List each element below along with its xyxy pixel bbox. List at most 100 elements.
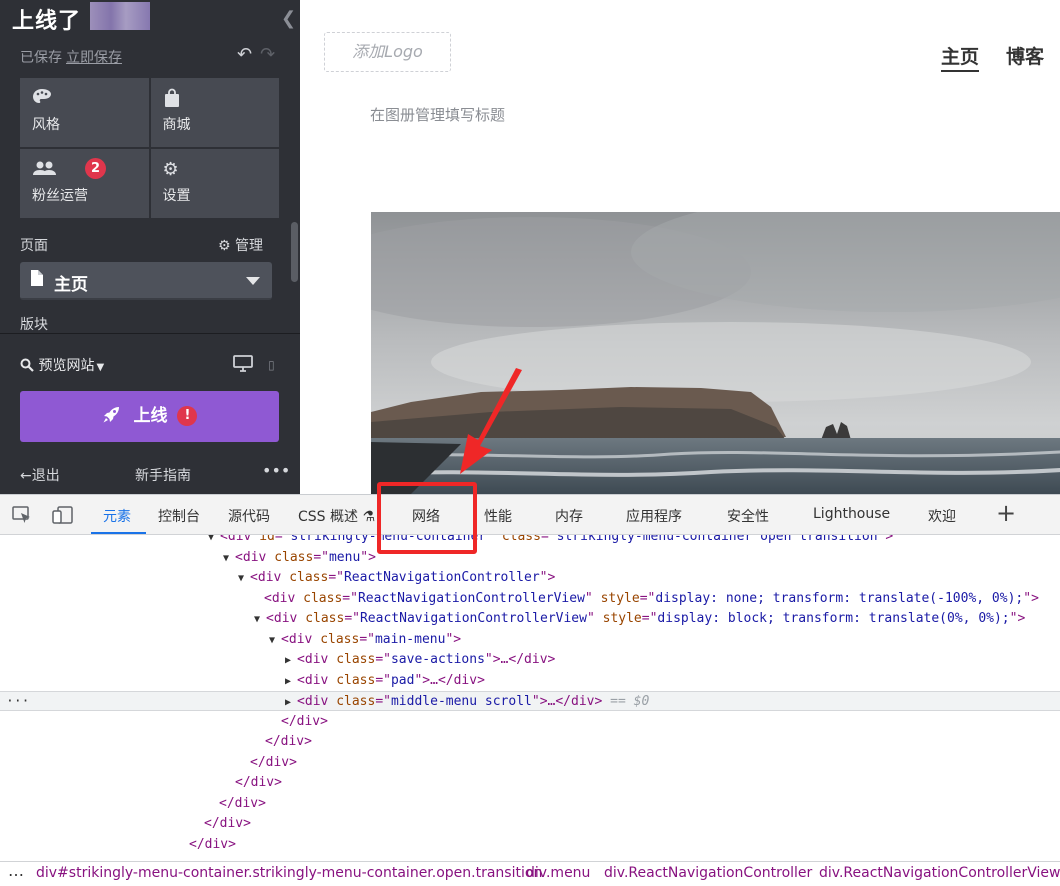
tag-close: > bbox=[1017, 611, 1026, 626]
closing-tag: </div> bbox=[219, 795, 266, 811]
undo-redo: ↶ ↷ bbox=[237, 44, 275, 65]
dom-tree: ▼ <div id="strikingly-menu-container" cl… bbox=[0, 535, 1060, 861]
tag-close: > bbox=[1031, 590, 1039, 606]
dom-node-markup: </div> bbox=[235, 773, 282, 793]
saved-status-text: 已保存 bbox=[20, 50, 62, 66]
tag-name: div bbox=[288, 631, 313, 647]
dom-node[interactable]: ▼ <div class="menu"> bbox=[0, 548, 1060, 568]
dom-node[interactable]: ▶ <div class="save-actions">…</div> bbox=[0, 650, 1060, 670]
add-tab-icon[interactable]: + bbox=[996, 499, 1016, 527]
flask-icon: ⚗ bbox=[362, 509, 376, 525]
page-selector[interactable]: 主页 bbox=[20, 262, 272, 300]
dom-node[interactable]: </div> bbox=[0, 794, 1060, 814]
dom-node-markup: </div> bbox=[281, 712, 328, 732]
device-toolbar-icon[interactable] bbox=[52, 506, 74, 528]
expand-right-icon[interactable]: ▶ bbox=[285, 676, 297, 687]
dom-node[interactable]: </div> bbox=[0, 753, 1060, 773]
breadcrumb-item[interactable]: div.menu bbox=[526, 865, 590, 881]
tab-sources[interactable]: 源代码 bbox=[228, 506, 270, 526]
nav-link-blog[interactable]: 博客 bbox=[1006, 42, 1044, 69]
dom-node[interactable]: </div> bbox=[0, 814, 1060, 834]
tab-network[interactable]: 网络 bbox=[412, 506, 440, 526]
tile-settings[interactable]: ⚙ 设置 bbox=[150, 149, 279, 218]
pages-label: 页面 bbox=[20, 238, 48, 254]
dom-node[interactable]: <div class="ReactNavigationControllerVie… bbox=[0, 589, 1060, 609]
desktop-icon[interactable] bbox=[233, 354, 258, 373]
attr-value: display: none; transform: translate(-100… bbox=[655, 590, 1024, 606]
selected-node-marker: == $0 bbox=[602, 694, 650, 709]
tab-performance[interactable]: 性能 bbox=[484, 506, 512, 526]
dom-node[interactable]: ▼ <div class="ReactNavigationController"… bbox=[0, 568, 1060, 588]
preview-site-button[interactable]: 预览网站 ▼ bbox=[20, 355, 104, 375]
guide-link[interactable]: 新手指南 bbox=[135, 465, 191, 485]
annotation-arrow-icon bbox=[460, 368, 522, 474]
mobile-icon[interactable]: ▯ bbox=[268, 358, 275, 372]
tag-close: >…</div> bbox=[539, 694, 603, 709]
breadcrumb-item[interactable]: div#strikingly-menu-container.strikingly… bbox=[36, 865, 542, 881]
dom-node[interactable]: </div> bbox=[0, 732, 1060, 752]
dom-node[interactable]: ▶ <div class="pad">…</div> bbox=[0, 671, 1060, 691]
expand-right-icon[interactable]: ▶ bbox=[285, 655, 297, 666]
tab-security[interactable]: 安全性 bbox=[727, 506, 769, 526]
expand-down-icon[interactable]: ▼ bbox=[238, 573, 250, 584]
tab-elements[interactable]: 元素 bbox=[103, 506, 131, 526]
add-logo-placeholder[interactable]: 添加Logo bbox=[324, 32, 451, 72]
dom-node-markup: ▶ <div class="middle-menu scroll">…</div… bbox=[285, 692, 649, 713]
tab-css-overview[interactable]: CSS 概述 ⚗ bbox=[298, 506, 375, 526]
attr-value: main-menu bbox=[374, 631, 446, 647]
dom-node-selected[interactable]: ··· ▶ <div class="middle-menu scroll">…</… bbox=[0, 691, 1060, 711]
exit-button[interactable]: ←退出 bbox=[20, 465, 60, 485]
node-menu-icon[interactable]: ··· bbox=[6, 692, 29, 712]
attr-name: id bbox=[259, 535, 275, 544]
save-now-link[interactable]: 立即保存 bbox=[66, 50, 122, 66]
inspect-element-icon[interactable] bbox=[12, 506, 32, 528]
dom-node-markup: ▶ <div class="save-actions">…</div> bbox=[285, 650, 555, 671]
sidebar-scrollbar[interactable] bbox=[291, 222, 298, 282]
tab-memory[interactable]: 内存 bbox=[555, 506, 583, 526]
expand-down-icon[interactable]: ▼ bbox=[254, 614, 266, 625]
dom-node[interactable]: </div> bbox=[0, 712, 1060, 732]
tile-store[interactable]: 商城 bbox=[150, 78, 279, 147]
collapse-sidebar-icon[interactable]: ❮ bbox=[281, 8, 296, 29]
publish-button[interactable]: 上线! bbox=[20, 391, 279, 442]
dom-node[interactable]: </div> bbox=[0, 835, 1060, 855]
dom-node[interactable]: </div> bbox=[0, 773, 1060, 793]
tag-bracket: < bbox=[297, 694, 305, 709]
breadcrumb-item[interactable]: div.ReactNavigationController bbox=[604, 865, 812, 881]
expand-down-icon[interactable]: ▼ bbox=[208, 535, 220, 543]
expand-right-icon[interactable]: ▶ bbox=[285, 697, 297, 708]
attr-quote: " bbox=[484, 652, 493, 667]
attr-name: class bbox=[303, 590, 343, 606]
tool-tiles: 风格 商城 2 粉丝运营 ⚙ 设置 bbox=[20, 78, 279, 218]
dom-node[interactable]: ▼ <div class="ReactNavigationControllerV… bbox=[0, 609, 1060, 629]
attr-quote: " bbox=[360, 549, 369, 565]
expand-down-icon[interactable]: ▼ bbox=[269, 635, 281, 646]
expand-down-icon[interactable]: ▼ bbox=[223, 553, 235, 564]
tab-lighthouse[interactable]: Lighthouse bbox=[813, 506, 890, 522]
manage-pages-button[interactable]: ⚙ 管理 bbox=[218, 235, 263, 255]
tag-name: div bbox=[273, 611, 298, 626]
tab-console[interactable]: 控制台 bbox=[158, 506, 200, 526]
breadcrumb-overflow-icon[interactable]: … bbox=[8, 861, 24, 880]
tile-style[interactable]: 风格 bbox=[20, 78, 149, 147]
dom-node[interactable]: ▼ <div id="strikingly-menu-container" cl… bbox=[0, 535, 1060, 547]
tab-welcome[interactable]: 欢迎 bbox=[928, 506, 956, 526]
redo-icon[interactable]: ↷ bbox=[260, 44, 275, 65]
dom-node-markup: </div> bbox=[250, 753, 297, 773]
dom-node-markup: ▼ <div id="strikingly-menu-container" cl… bbox=[208, 535, 893, 548]
nav-link-home[interactable]: 主页 bbox=[941, 42, 980, 72]
tile-label: 风格 bbox=[32, 117, 60, 133]
undo-icon[interactable]: ↶ bbox=[237, 44, 252, 65]
tag-bracket: < bbox=[264, 590, 272, 606]
tile-fans[interactable]: 2 粉丝运营 bbox=[20, 149, 149, 218]
dom-node[interactable]: ▼ <div class="main-menu"> bbox=[0, 630, 1060, 650]
attr-name: class bbox=[305, 611, 345, 626]
tab-application[interactable]: 应用程序 bbox=[626, 506, 682, 526]
breadcrumb-item[interactable]: div.ReactNavigationControllerView bbox=[819, 865, 1060, 881]
attr-eq: =" bbox=[313, 549, 329, 565]
more-icon[interactable]: ••• bbox=[262, 461, 290, 480]
